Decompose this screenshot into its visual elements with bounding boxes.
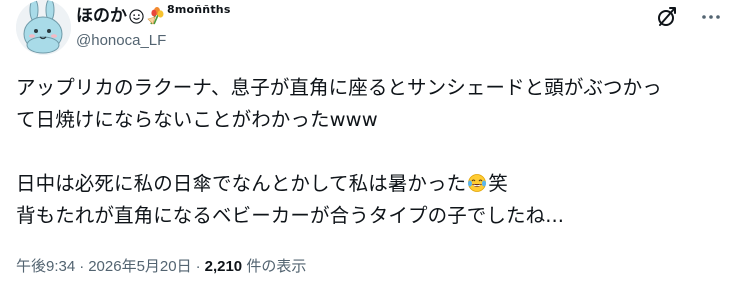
avatar[interactable] [16, 0, 71, 55]
tweet-line: アップリカのラクーナ、息子が直角に座るとサンシェードと頭がぶつかっ [16, 76, 662, 99]
user-handle[interactable]: @honoca_LF [76, 32, 231, 49]
face-with-tears-of-joy-icon [468, 174, 487, 192]
tweet-line-segment: 日中は必死に私の日傘でなんとかして私は暑かった [16, 172, 467, 195]
tweet-date[interactable]: 2026年5月20日 [88, 258, 191, 275]
views-label: 件の表示 [246, 258, 307, 275]
display-name[interactable]: ほのか [76, 1, 127, 26]
views-count[interactable]: 2,210 [205, 258, 243, 275]
display-name-row[interactable]: ほのか 8moññths [76, 0, 231, 26]
grok-icon[interactable] [656, 6, 678, 28]
tweet-meta: 午後9:34 · 2026年5月20日 · 2,210 件の表示 [16, 255, 306, 276]
tweet-header: ほのか 8moññths @honoca_LF [16, 0, 724, 64]
more-dots-icon[interactable] [700, 6, 722, 28]
author-names: ほのか 8moññths @honoca_LF [76, 0, 231, 49]
bunny-avatar-icon [16, 0, 71, 55]
meta-separator: · [79, 258, 85, 275]
tweet-line-segment: 笑 [488, 172, 508, 195]
tweet-time[interactable]: 午後9:34 [16, 258, 75, 275]
tweet-line: て日焼けにならないことがわかったwww [16, 108, 378, 131]
tulip-bouquet-icon [147, 7, 164, 25]
meta-separator: · [195, 258, 201, 275]
smiling-face-icon [129, 9, 144, 24]
tweet-line: 背もたれが直角になるベビーカーが合うタイプの子でしたね... [16, 204, 565, 227]
tweet-text: アップリカのラクーナ、息子が直角に座るとサンシェードと頭がぶつかっ て日焼けにな… [16, 72, 726, 232]
tweet-line: 日中は必死に私の日傘でなんとかして私は暑かった 笑 [16, 168, 726, 200]
name-suffix: 8moññths [167, 3, 231, 16]
